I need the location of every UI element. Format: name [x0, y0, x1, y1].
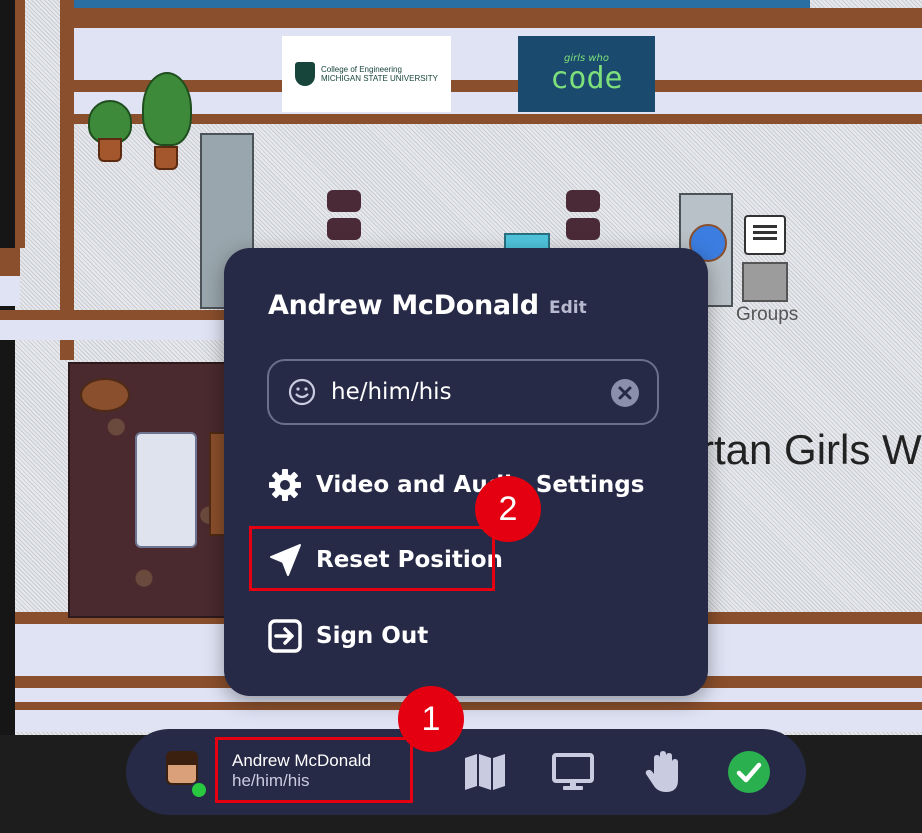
smiley-icon	[288, 378, 316, 406]
step-badge-2: 2	[475, 476, 541, 542]
chair-icon	[327, 190, 361, 244]
chair-icon	[566, 190, 600, 244]
screen-share-button[interactable]	[550, 749, 596, 795]
profile-name: Andrew McDonald	[268, 290, 539, 321]
hand-icon	[645, 751, 678, 792]
groups-label: Groups	[736, 304, 799, 325]
map-button[interactable]	[462, 749, 508, 795]
shelf-wall	[74, 80, 922, 92]
edit-name-button[interactable]: Edit	[549, 298, 587, 318]
monitor-icon	[552, 753, 594, 790]
raise-hand-button[interactable]	[639, 749, 685, 795]
plant-icon	[88, 100, 132, 162]
close-icon	[618, 386, 632, 400]
check-circle-icon	[728, 751, 770, 793]
middle-wall	[0, 310, 230, 320]
avatar[interactable]	[162, 749, 208, 799]
sofa	[135, 432, 197, 548]
void	[0, 362, 15, 735]
left-wall	[15, 0, 25, 248]
shelf-edge	[74, 114, 922, 124]
gear-icon	[266, 466, 304, 504]
spartan-shield-icon	[294, 62, 315, 86]
girls-who-code-logo: girls who code	[518, 36, 655, 112]
middle-wall-face	[0, 320, 230, 340]
round-table	[80, 378, 130, 412]
sign-icon[interactable]	[744, 215, 786, 255]
highlight-reset-position	[249, 526, 495, 591]
left-ledge	[0, 248, 20, 276]
step-badge-1: 1	[398, 686, 464, 752]
bottom-wall	[15, 702, 922, 710]
upper-wall	[60, 8, 922, 28]
room-banner-text: rtan Girls W	[700, 426, 922, 473]
left-ledge-face	[0, 276, 20, 306]
upper-wall-face	[74, 28, 922, 80]
top-strip	[65, 0, 810, 8]
sign-out-item[interactable]: Sign Out	[266, 614, 428, 658]
plant-icon	[142, 72, 192, 172]
highlight-user-name	[215, 737, 413, 803]
sign-stand	[742, 262, 788, 302]
logo-text-big: code	[550, 61, 623, 96]
pronouns-input[interactable]	[331, 373, 601, 411]
msu-engineering-logo: College of Engineering MICHIGAN STATE UN…	[282, 36, 451, 112]
menu-item-label: Sign Out	[316, 623, 429, 649]
profile-menu: Andrew McDonald Edit he/him/his Video an…	[224, 248, 708, 696]
shelf-face	[74, 92, 922, 114]
logo-text: College of Engineering	[320, 65, 402, 74]
logo-subtext: MICHIGAN STATE UNIVERSITY	[320, 74, 439, 83]
map-icon	[465, 754, 505, 790]
pronouns-field[interactable]	[267, 359, 659, 425]
online-status-indicator	[190, 781, 208, 799]
status-available-button[interactable]	[726, 749, 772, 795]
inner-wall	[60, 0, 74, 360]
sign-out-icon	[266, 617, 304, 655]
clear-pronouns-button[interactable]	[611, 379, 639, 407]
video-audio-settings-item[interactable]: Video and Audio Settings	[266, 463, 644, 507]
